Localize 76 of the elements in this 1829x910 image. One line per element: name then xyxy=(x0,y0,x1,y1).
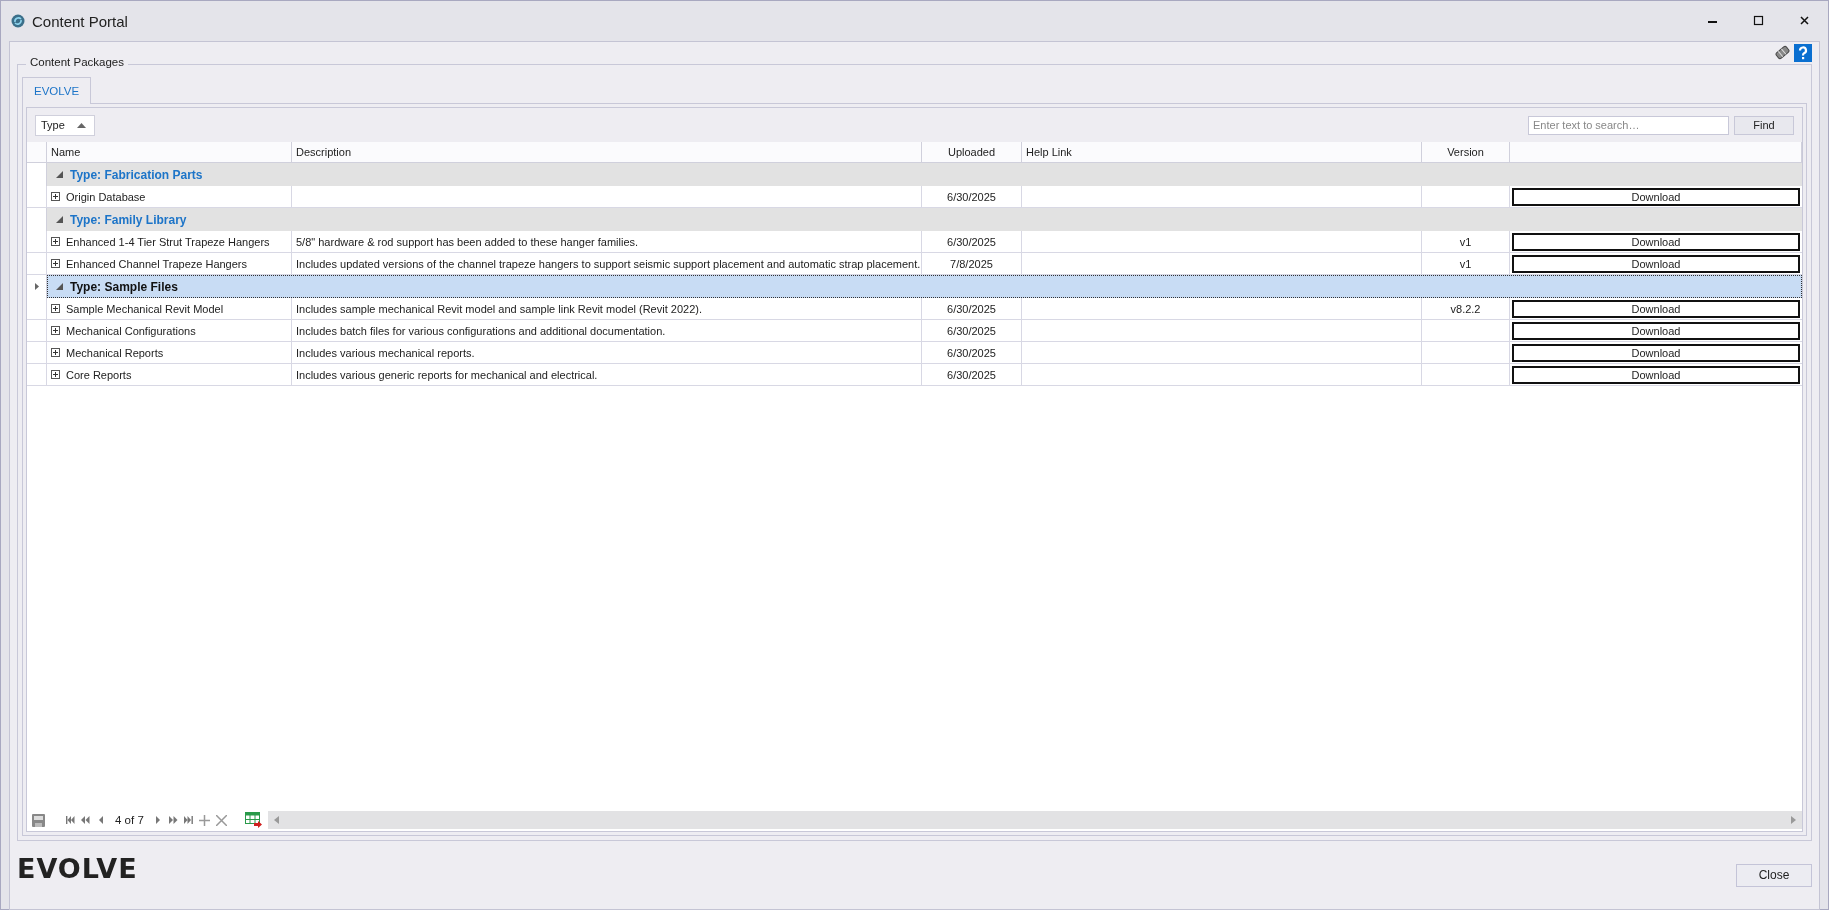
table-cell: 6/30/2025 xyxy=(947,190,996,203)
help-icon[interactable] xyxy=(1794,44,1812,62)
collapse-triangle-icon[interactable] xyxy=(56,216,63,223)
download-button[interactable]: Download xyxy=(1512,255,1800,273)
expand-icon[interactable] xyxy=(51,370,60,379)
group-title: Type: Fabrication Parts xyxy=(70,167,203,182)
table-cell: v1 xyxy=(1459,235,1472,248)
find-button[interactable]: Find xyxy=(1734,115,1794,135)
table-cell: Includes batch files for various configurations and additional documentation. xyxy=(296,324,666,337)
table-cell: Enhanced Channel Trapeze Hangers xyxy=(66,257,247,270)
window-title: Content Portal xyxy=(32,12,128,30)
table-cell: Includes sample mechanical Revit model and sample link Revit model (Revit 2022). xyxy=(296,302,702,315)
download-button[interactable]: Download xyxy=(1512,188,1800,206)
column-header[interactable]: Name xyxy=(47,142,292,162)
expand-icon[interactable] xyxy=(51,237,60,246)
row-indicator-icon xyxy=(34,283,39,290)
table-cell: v1 xyxy=(1459,257,1472,270)
table-cell: Includes various generic reports for mechanical and electrical. xyxy=(296,368,598,381)
record-position: 4 of 7 xyxy=(114,814,145,826)
column-header[interactable]: Version xyxy=(1422,142,1510,162)
group-row[interactable]: Type: Family Library xyxy=(27,208,1802,231)
previous-page-icon[interactable] xyxy=(81,816,90,824)
table-cell: Includes updated versions of the channel trapeze hangers to support seismic support placement and automatic strap placement. xyxy=(296,257,921,270)
column-header[interactable]: Description xyxy=(292,142,922,162)
download-button[interactable]: Download xyxy=(1512,322,1800,340)
logo: EVOLVE xyxy=(17,852,138,884)
column-header[interactable]: Help Link xyxy=(1022,142,1422,162)
add-icon[interactable] xyxy=(198,814,210,826)
collapse-triangle-icon[interactable] xyxy=(56,283,63,290)
export-grid-icon[interactable] xyxy=(244,812,262,828)
expand-icon[interactable] xyxy=(51,304,60,313)
group-by-label: Type xyxy=(41,119,65,131)
table-cell: 5/8" hardware & rod support has been added to these hanger families. xyxy=(296,235,639,248)
table-cell: Includes various mechanical reports. xyxy=(296,346,475,359)
download-button[interactable]: Download xyxy=(1512,233,1800,251)
delete-icon[interactable] xyxy=(215,814,227,826)
group-title: Type: Sample Files xyxy=(70,279,178,294)
expand-icon[interactable] xyxy=(51,259,60,268)
download-button[interactable]: Download xyxy=(1512,366,1800,384)
eraser-icon[interactable] xyxy=(1774,44,1791,61)
app-icon xyxy=(11,14,25,28)
table-cell: v8.2.2 xyxy=(1450,302,1481,315)
expand-icon[interactable] xyxy=(51,326,60,335)
first-page-icon[interactable] xyxy=(66,816,75,824)
table-cell: Enhanced 1-4 Tier Strut Trapeze Hangers xyxy=(66,235,270,248)
expand-icon[interactable] xyxy=(51,192,60,201)
group-row[interactable]: Type: Fabrication Parts xyxy=(27,163,1802,186)
table-cell: Core Reports xyxy=(66,368,132,381)
row-header[interactable] xyxy=(27,275,47,298)
table-cell: 6/30/2025 xyxy=(947,235,996,248)
close-button[interactable]: Close xyxy=(1736,863,1812,887)
next-page-icon[interactable] xyxy=(168,816,178,824)
download-button[interactable]: Download xyxy=(1512,300,1800,318)
column-header[interactable]: Uploaded xyxy=(922,142,1022,162)
table-cell: Sample Mechanical Revit Model xyxy=(66,302,224,315)
table-cell: Mechanical Configurations xyxy=(66,324,196,337)
search-field[interactable]: Enter text to search… xyxy=(1528,115,1729,135)
save-icon[interactable] xyxy=(31,812,46,828)
last-page-icon[interactable] xyxy=(183,816,193,824)
table-cell: 6/30/2025 xyxy=(947,302,996,315)
tab[interactable]: EVOLVE xyxy=(22,77,92,104)
download-button[interactable]: Download xyxy=(1512,344,1800,362)
group-title: Type: Family Library xyxy=(70,212,187,227)
table-cell: 7/8/2025 xyxy=(950,257,993,270)
group-row[interactable]: Type: Sample Files xyxy=(27,275,1802,298)
collapse-triangle-icon[interactable] xyxy=(56,171,63,178)
table-cell: 6/30/2025 xyxy=(947,368,996,381)
table-cell: Origin Database xyxy=(66,190,146,203)
table-cell: Mechanical Reports xyxy=(66,346,164,359)
table-cell: 6/30/2025 xyxy=(947,346,996,359)
expand-icon[interactable] xyxy=(51,348,60,357)
group-box-title: Content Packages xyxy=(26,56,128,68)
table-cell: 6/30/2025 xyxy=(947,324,996,337)
sort-ascending-icon xyxy=(76,122,86,128)
next-icon[interactable] xyxy=(153,816,163,824)
group-by-field[interactable]: Type xyxy=(35,114,95,136)
